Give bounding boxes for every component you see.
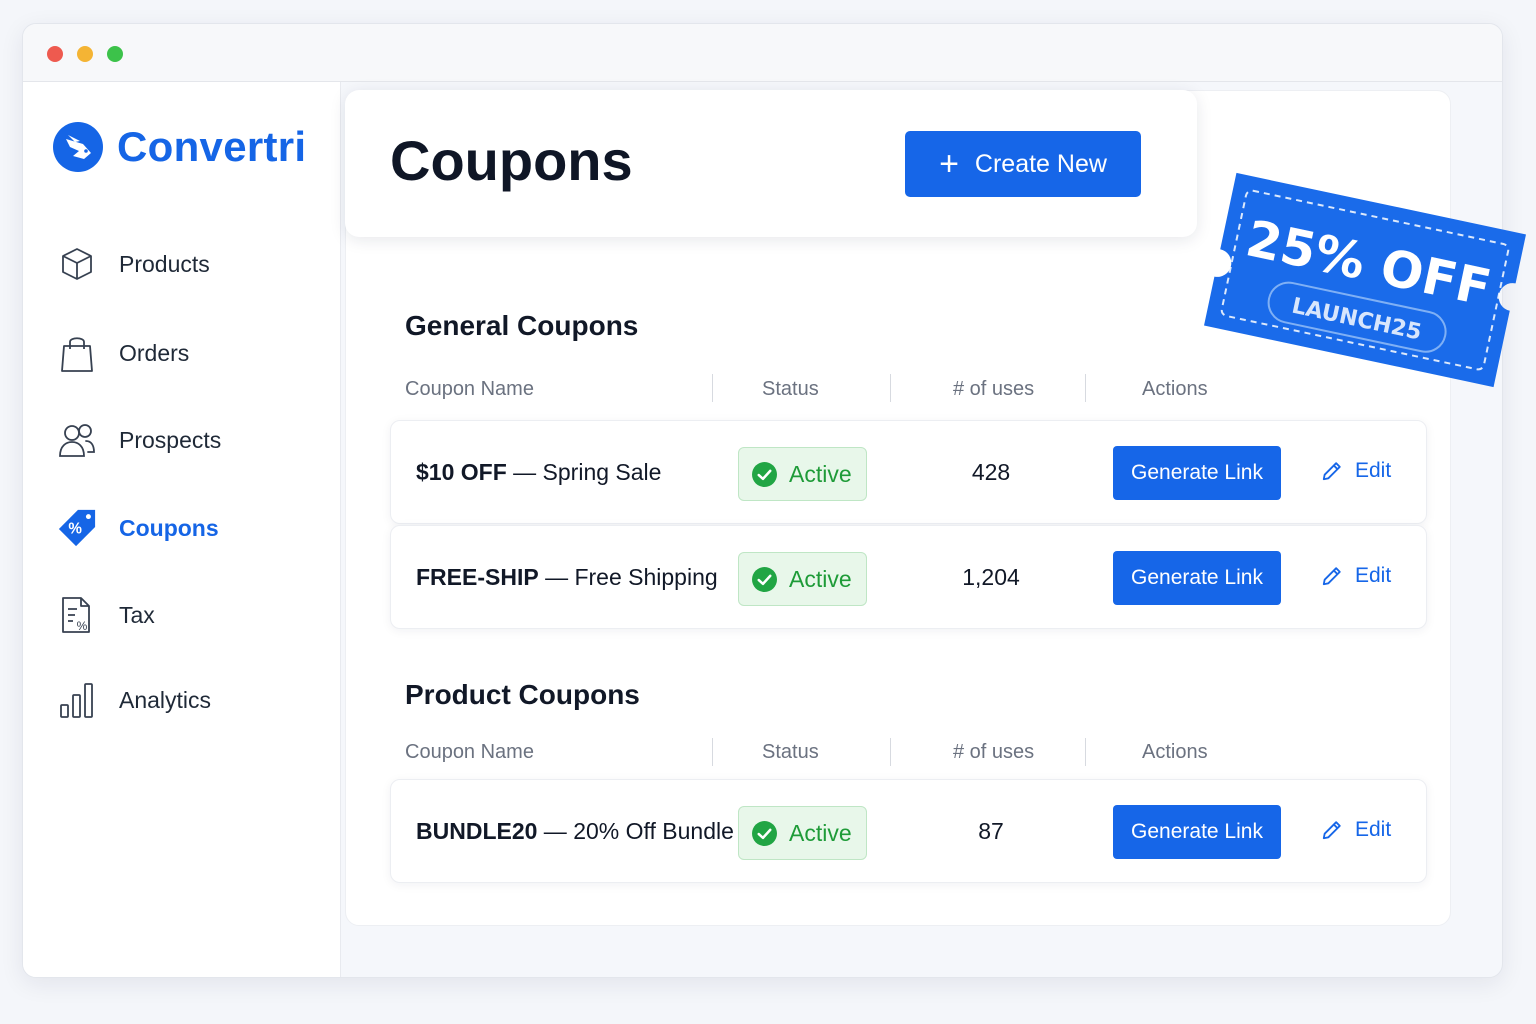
section-title-product: Product Coupons xyxy=(405,679,640,710)
shopping-bag-icon xyxy=(57,333,97,373)
coupon-code: FREE-SHIP xyxy=(416,564,539,590)
svg-text:%: % xyxy=(77,619,88,633)
coupon-row: BUNDLE20 — 20% Off Bundle Active 87 Gene… xyxy=(390,779,1427,883)
sidebar-item-label: Prospects xyxy=(119,426,222,453)
status-text: Active xyxy=(789,565,852,592)
maximize-window-button[interactable] xyxy=(107,46,123,62)
coupon-code: $10 OFF xyxy=(416,459,507,485)
sidebar-item-prospects[interactable]: Prospects xyxy=(57,418,221,462)
svg-text:%: % xyxy=(68,521,82,538)
pencil-icon xyxy=(1322,567,1341,586)
create-new-button[interactable]: + Create New xyxy=(905,131,1141,197)
bar-chart-icon xyxy=(57,680,97,720)
sidebar-item-orders[interactable]: Orders xyxy=(57,331,189,375)
sidebar-item-label: Products xyxy=(119,250,210,277)
brand-logo[interactable]: Convertri xyxy=(53,122,306,172)
check-circle-icon xyxy=(752,566,777,592)
column-divider xyxy=(1085,374,1086,402)
column-divider xyxy=(890,738,891,766)
close-window-button[interactable] xyxy=(47,46,63,62)
users-icon xyxy=(57,420,97,460)
edit-link[interactable]: Edit xyxy=(1321,564,1391,588)
minimize-window-button[interactable] xyxy=(77,46,93,62)
coupon-name: BUNDLE20 — 20% Off Bundle xyxy=(416,818,734,844)
plus-icon: + xyxy=(939,145,959,183)
tax-document-icon: % xyxy=(57,595,97,635)
column-divider xyxy=(890,374,891,402)
generate-link-button[interactable]: Generate Link xyxy=(1113,551,1281,605)
column-divider xyxy=(712,374,713,402)
sidebar-item-analytics[interactable]: Analytics xyxy=(57,678,211,722)
column-header-status: Status xyxy=(762,378,819,400)
title-bar xyxy=(23,24,1502,82)
uses-count: 87 xyxy=(978,818,1004,844)
coupon-description: 20% Off Bundle xyxy=(573,818,734,844)
generate-link-button[interactable]: Generate Link xyxy=(1113,805,1281,859)
column-header-uses: # of uses xyxy=(953,741,1035,763)
edit-link[interactable]: Edit xyxy=(1321,818,1391,842)
sidebar-item-label: Coupons xyxy=(119,514,219,541)
sidebar-item-label: Orders xyxy=(119,339,190,366)
column-header-name: Coupon Name xyxy=(405,741,534,763)
sidebar-item-label: Analytics xyxy=(119,686,212,713)
check-circle-icon xyxy=(752,461,777,487)
column-divider xyxy=(712,738,713,766)
edit-link[interactable]: Edit xyxy=(1321,459,1391,483)
column-header-actions: Actions xyxy=(1142,741,1208,763)
uses-count: 428 xyxy=(971,459,1011,485)
pencil-icon xyxy=(1322,821,1341,840)
edit-label: Edit xyxy=(1355,459,1392,482)
coupon-row: $10 OFF — Spring Sale Active 428 Generat… xyxy=(390,420,1427,524)
status-badge: Active xyxy=(738,806,867,860)
column-header-name: Coupon Name xyxy=(405,378,534,400)
sidebar-item-tax[interactable]: % Tax xyxy=(57,593,155,637)
create-new-label: Create New xyxy=(974,149,1107,178)
coupon-code: BUNDLE20 xyxy=(416,818,538,844)
edit-label: Edit xyxy=(1355,564,1392,587)
page-title: Coupons xyxy=(390,129,633,192)
pencil-icon xyxy=(1322,462,1341,481)
column-divider xyxy=(1085,738,1086,766)
rabbit-logo-icon xyxy=(53,122,103,172)
generate-link-button[interactable]: Generate Link xyxy=(1113,446,1281,500)
check-circle-icon xyxy=(752,820,777,846)
sidebar: Convertri Products Orders Prospects % Co… xyxy=(23,82,341,977)
sidebar-item-label: Tax xyxy=(119,601,155,628)
status-text: Active xyxy=(789,460,852,487)
discount-ticket: 25% OFF LAUNCH25 xyxy=(1204,172,1526,388)
coupon-name: FREE-SHIP — Free Shipping xyxy=(416,564,718,590)
status-text: Active xyxy=(789,819,852,846)
sidebar-item-products[interactable]: Products xyxy=(57,242,210,286)
uses-count: 1,204 xyxy=(962,564,1020,590)
section-title-general: General Coupons xyxy=(405,310,639,341)
column-header-uses: # of uses xyxy=(953,378,1035,400)
coupon-description: Spring Sale xyxy=(542,459,662,485)
brand-name: Convertri xyxy=(117,123,307,170)
status-badge: Active xyxy=(738,447,867,501)
coupon-description: Free Shipping xyxy=(574,564,718,590)
sidebar-item-coupons[interactable]: % Coupons xyxy=(57,506,219,550)
edit-label: Edit xyxy=(1355,818,1392,841)
column-header-status: Status xyxy=(762,741,819,763)
page-header: Coupons + Create New xyxy=(345,90,1197,237)
status-badge: Active xyxy=(738,552,867,606)
box-icon xyxy=(57,244,97,284)
coupon-name: $10 OFF — Spring Sale xyxy=(416,459,662,485)
tag-percent-icon: % xyxy=(57,508,97,548)
coupon-row: FREE-SHIP — Free Shipping Active 1,204 G… xyxy=(390,525,1427,629)
